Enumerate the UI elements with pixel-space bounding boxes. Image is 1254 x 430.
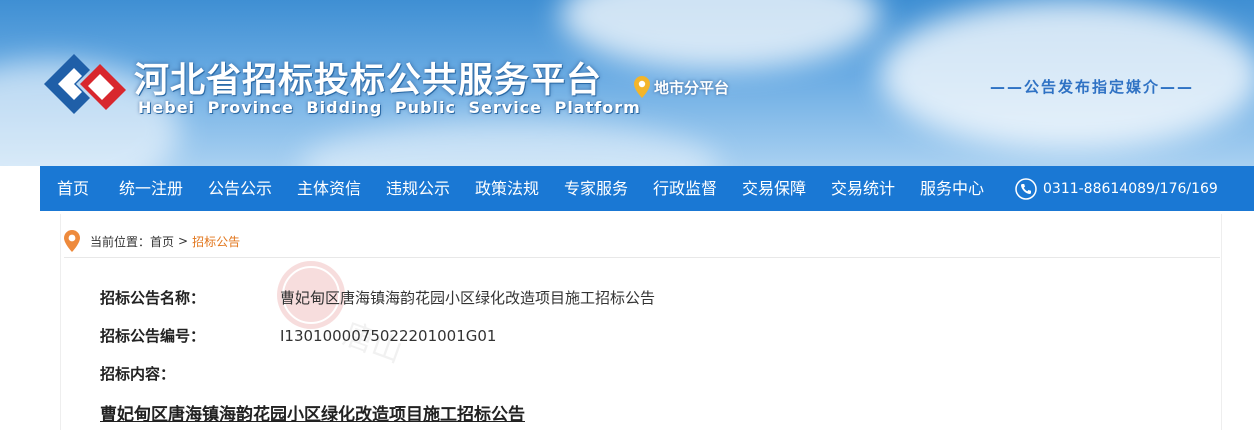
notice-name-label: 招标公告名称：	[100, 289, 206, 307]
hotline: 0311-88614089/176/169	[1015, 166, 1218, 211]
cloud-decoration	[300, 120, 720, 166]
nav-item-service-center[interactable]: 服务中心	[920, 166, 984, 211]
nav-item-experts[interactable]: 专家服务	[564, 166, 628, 211]
nav-item-guarantee[interactable]: 交易保障	[742, 166, 806, 211]
notice-code-label: 招标公告编号：	[100, 327, 206, 345]
designated-media-tag: ——公告发布指定媒介——	[990, 78, 1195, 96]
notice-code-row: 招标公告编号： I1301000075022201001G01	[100, 325, 496, 346]
site-title-en: Hebei Province Bidding Public Service Pl…	[138, 98, 641, 117]
city-subplatform-link[interactable]: 地市分平台	[634, 76, 729, 98]
notice-content-title[interactable]: 曹妃甸区唐海镇海韵花园小区绿化改造项目施工招标公告	[100, 400, 525, 425]
nav-item-home[interactable]: 首页	[57, 166, 89, 211]
cloud-decoration	[880, 0, 1254, 150]
platform-logo-icon[interactable]	[44, 52, 126, 116]
nav-item-statistics[interactable]: 交易统计	[831, 166, 895, 211]
city-subplatform-label: 地市分平台	[654, 78, 730, 97]
breadcrumb-current[interactable]: 招标公告	[192, 233, 240, 250]
main-nav: 首页 统一注册 公告公示 主体资信 违规公示 政策法规 专家服务 行政监督 交易…	[40, 166, 1254, 211]
breadcrumb-home[interactable]: 首页	[150, 233, 174, 250]
nav-item-registration[interactable]: 统一注册	[119, 166, 183, 211]
phone-icon	[1015, 177, 1037, 200]
breadcrumb-divider	[64, 257, 1220, 258]
site-title-cn: 河北省招标投标公共服务平台	[134, 61, 603, 101]
notice-code-value: I1301000075022201001G01	[280, 327, 497, 345]
notice-content-row: 招标内容：	[100, 363, 280, 384]
notice-name-row: 招标公告名称： 曹妃甸区唐海镇海韵花园小区绿化改造项目施工招标公告	[100, 287, 655, 308]
hotline-number: 0311-88614089/176/169	[1043, 180, 1218, 197]
notice-name-value: 曹妃甸区唐海镇海韵花园小区绿化改造项目施工招标公告	[280, 289, 656, 307]
site-header: 河北省招标投标公共服务平台 Hebei Province Bidding Pub…	[0, 0, 1254, 166]
nav-item-supervision[interactable]: 行政监督	[653, 166, 717, 211]
map-pin-icon	[634, 76, 650, 98]
location-pin-icon	[64, 230, 80, 252]
breadcrumb-prefix: 当前位置：	[90, 234, 151, 249]
nav-item-policies[interactable]: 政策法规	[475, 166, 539, 211]
nav-item-announcements[interactable]: 公告公示	[208, 166, 272, 211]
cloud-decoration	[560, 0, 880, 70]
breadcrumb: 当前位置： 首页 > 招标公告	[64, 228, 240, 254]
nav-item-violations[interactable]: 违规公示	[386, 166, 450, 211]
nav-item-credit[interactable]: 主体资信	[297, 166, 361, 211]
notice-content-label: 招标内容：	[100, 365, 176, 383]
breadcrumb-separator: >	[178, 234, 189, 248]
